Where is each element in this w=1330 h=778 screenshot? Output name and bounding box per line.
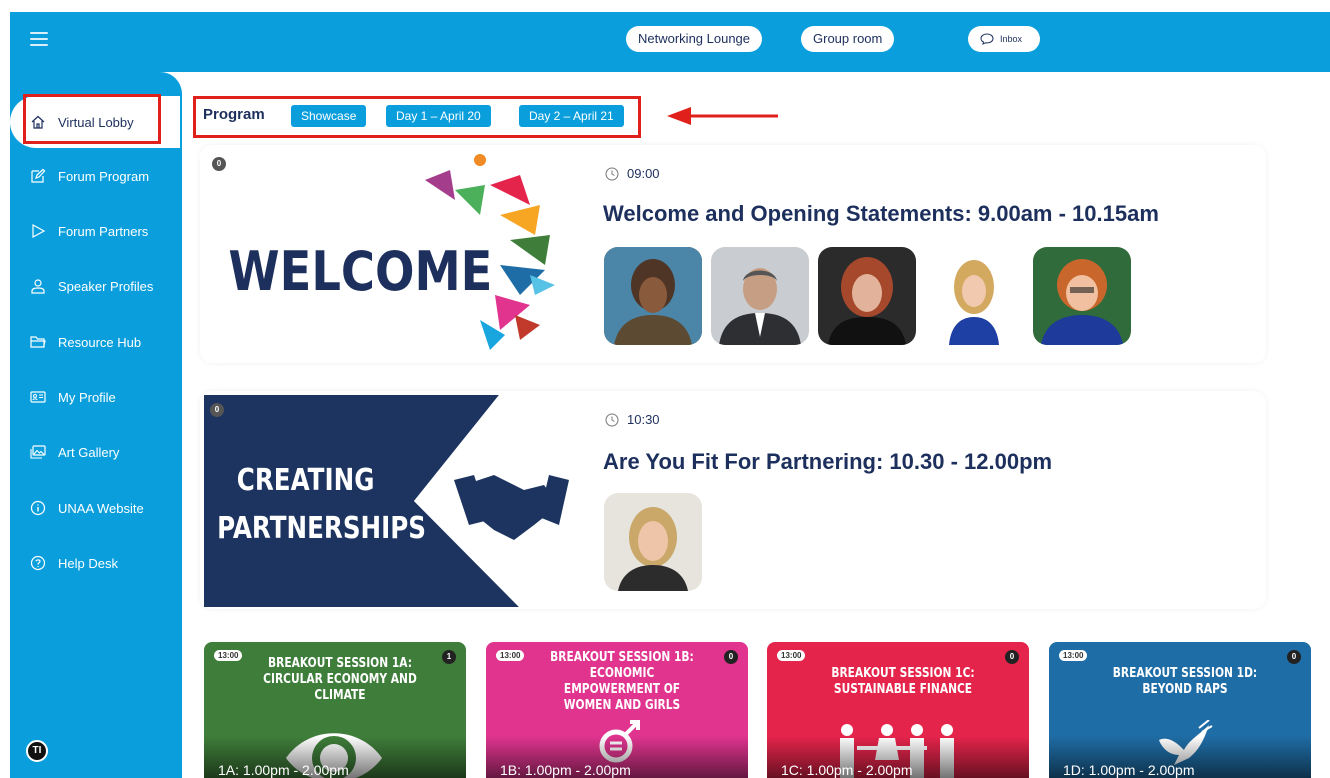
- session-time-label: 09:00: [627, 166, 660, 181]
- highlight-box-program: [193, 96, 641, 138]
- tile-footer: 1B: 1.00pm - 2.00pm: [486, 736, 748, 778]
- edit-icon: [31, 168, 46, 183]
- tile-count-badge: 0: [1287, 650, 1301, 664]
- tile-time-badge: 13:00: [1059, 650, 1088, 661]
- welcome-image: WELCOME: [228, 154, 555, 350]
- image-text-line2: PARTNERSHIPS: [217, 512, 426, 546]
- sidebar-item-label: UNAA Website: [58, 500, 144, 516]
- highlight-box-lobby: [23, 94, 161, 144]
- breakout-tile-1d[interactable]: 13:00 0 BREAKOUT SESSION 1D: BEYOND RAPS…: [1049, 642, 1311, 778]
- tile-title: BREAKOUT SESSION 1B: ECONOMIC EMPOWERMEN…: [550, 650, 694, 713]
- group-room-button[interactable]: Group room: [801, 26, 895, 52]
- folder-icon: [30, 336, 46, 348]
- tile-count-badge: 0: [1005, 650, 1019, 664]
- speaker-avatar[interactable]: [604, 493, 702, 591]
- sidebar-item-my-profile[interactable]: My Profile: [30, 385, 116, 409]
- speaker-avatar[interactable]: [818, 247, 916, 345]
- breakout-tile-1c[interactable]: 13:00 0 BREAKOUT SESSION 1C: SUSTAINABLE…: [767, 642, 1029, 778]
- session-time: 10:30: [605, 412, 660, 427]
- tile-footer-label: 1D: 1.00pm - 2.00pm: [1063, 762, 1195, 778]
- session-time-label: 10:30: [627, 412, 660, 427]
- tile-footer: 1C: 1.00pm - 2.00pm: [767, 736, 1029, 778]
- speaker-avatar[interactable]: [604, 247, 702, 345]
- tile-time-badge: 13:00: [496, 650, 525, 661]
- tile-count-badge: 0: [724, 650, 738, 664]
- tile-time-badge: 13:00: [777, 650, 806, 661]
- tile-footer-label: 1A: 1.00pm - 2.00pm: [218, 762, 349, 778]
- speaker-avatar[interactable]: [1033, 247, 1131, 345]
- tile-footer: 1A: 1.00pm - 2.00pm: [204, 736, 466, 778]
- chat-bubble-icon: [980, 33, 994, 45]
- sidebar-item-label: My Profile: [58, 389, 116, 405]
- tile-footer: 1D: 1.00pm - 2.00pm: [1049, 736, 1311, 778]
- image-text-line1: CREATING: [237, 464, 375, 498]
- session-card-welcome[interactable]: 0 WELCOME 09:00 Welcome and Opening Stat…: [200, 145, 1266, 363]
- session-card-partnering[interactable]: CREATING PARTNERSHIPS 0 10:30 Are You Fi…: [200, 391, 1266, 609]
- tile-footer-label: 1C: 1.00pm - 2.00pm: [781, 762, 913, 778]
- sidebar-item-unaa-website[interactable]: UNAA Website: [30, 496, 144, 520]
- sidebar-item-label: Forum Partners: [58, 223, 149, 239]
- id-card-icon: [30, 391, 46, 403]
- breakout-tile-1a[interactable]: 13:00 1 BREAKOUT SESSION 1A: CIRCULAR EC…: [204, 642, 466, 778]
- menu-icon[interactable]: [30, 32, 48, 46]
- sidebar-item-resource-hub[interactable]: Resource Hub: [30, 330, 141, 354]
- session-title[interactable]: Welcome and Opening Statements: 9.00am -…: [603, 201, 1159, 227]
- speaker-avatar[interactable]: [711, 247, 809, 345]
- creating-partnerships-image: CREATING PARTNERSHIPS: [204, 395, 576, 607]
- tile-footer-label: 1B: 1.00pm - 2.00pm: [500, 762, 631, 778]
- help-icon: [30, 555, 46, 571]
- tile-title: BREAKOUT SESSION 1C: SUSTAINABLE FINANCE: [831, 666, 975, 697]
- networking-lounge-button[interactable]: Networking Lounge: [626, 26, 763, 52]
- clock-icon: [605, 413, 619, 426]
- sidebar-item-label: Forum Program: [58, 168, 150, 184]
- attendee-count-badge: 0: [210, 403, 224, 417]
- info-icon: [30, 500, 46, 516]
- inbox-button[interactable]: Inbox: [968, 26, 1040, 52]
- tile-title: BREAKOUT SESSION 1D: BEYOND RAPS: [1112, 666, 1258, 697]
- welcome-image-text: WELCOME: [228, 240, 492, 303]
- session-time: 09:00: [605, 166, 660, 181]
- brand-logo: TI: [26, 740, 48, 762]
- sidebar-item-forum-partners[interactable]: Forum Partners: [30, 219, 148, 243]
- tile-title: BREAKOUT SESSION 1A: CIRCULAR ECONOMY AN…: [263, 656, 417, 703]
- gallery-icon: [30, 445, 46, 459]
- speaker-avatar[interactable]: [925, 247, 1023, 345]
- sidebar-item-label: Art Gallery: [58, 444, 120, 460]
- play-icon: [32, 223, 46, 239]
- tile-time-badge: 13:00: [214, 650, 243, 661]
- sidebar-item-label: Speaker Profiles: [58, 278, 154, 294]
- inbox-label: Inbox: [1000, 34, 1023, 44]
- tile-count-badge: 1: [442, 650, 456, 664]
- session-title[interactable]: Are You Fit For Partnering: 10.30 - 12.0…: [603, 449, 1052, 475]
- sidebar-item-help-desk[interactable]: Help Desk: [30, 551, 118, 575]
- app-root: Networking Lounge Group room Inbox Virtu…: [0, 0, 1330, 778]
- user-icon: [31, 279, 45, 294]
- arrow-left-icon: [667, 107, 778, 125]
- clock-icon: [605, 167, 619, 180]
- sidebar-item-forum-program[interactable]: Forum Program: [30, 164, 149, 188]
- sidebar-item-speaker-profiles[interactable]: Speaker Profiles: [30, 274, 153, 298]
- sidebar-item-art-gallery[interactable]: Art Gallery: [30, 440, 119, 464]
- breakout-tile-1b[interactable]: 13:00 0 BREAKOUT SESSION 1B: ECONOMIC EM…: [486, 642, 748, 778]
- sidebar-item-label: Resource Hub: [58, 334, 142, 350]
- sidebar-item-label: Help Desk: [58, 555, 118, 571]
- top-bar: Networking Lounge Group room Inbox: [10, 12, 1330, 72]
